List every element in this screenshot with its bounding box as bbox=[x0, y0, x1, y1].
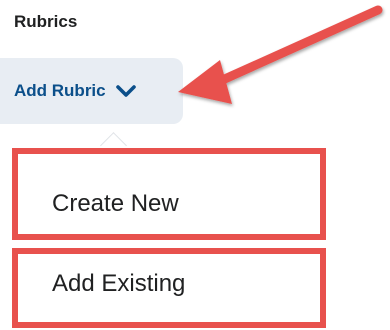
menu-item-label: Add Existing bbox=[52, 270, 186, 297]
add-rubric-button[interactable]: Add Rubric bbox=[0, 58, 183, 124]
chevron-down-icon bbox=[115, 85, 136, 97]
menu-item-label: Create New bbox=[52, 190, 179, 217]
menu-item-add-existing[interactable]: Add Existing bbox=[12, 248, 326, 328]
add-rubric-label: Add Rubric bbox=[14, 81, 106, 100]
menu-item-create-new[interactable]: Create New bbox=[12, 148, 326, 240]
rubrics-heading: Rubrics bbox=[14, 12, 78, 31]
